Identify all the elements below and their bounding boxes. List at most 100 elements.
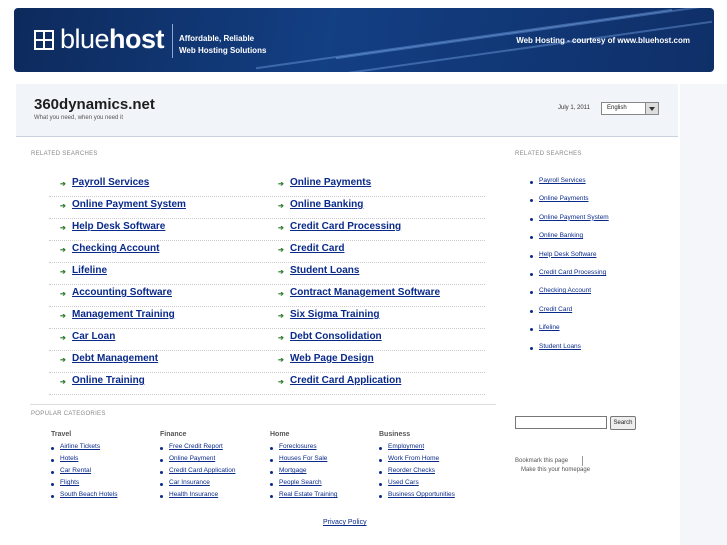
category-link[interactable]: Flights bbox=[60, 479, 79, 486]
arrow-icon: ➔ bbox=[278, 335, 284, 342]
category-heading: Home bbox=[270, 431, 290, 438]
related-link[interactable]: Accounting Software bbox=[72, 285, 172, 301]
category-item: Online Payment bbox=[160, 455, 270, 467]
related-link-item: ➔ Accounting Software bbox=[49, 285, 267, 306]
category-link[interactable]: Real Estate Training bbox=[279, 491, 338, 498]
search-button[interactable]: Search bbox=[610, 416, 636, 430]
related-link[interactable]: Contract Management Software bbox=[290, 285, 440, 301]
bullet-icon bbox=[160, 495, 163, 498]
bluehost-banner[interactable]: bluehost Affordable, Reliable Web Hostin… bbox=[14, 8, 714, 72]
category-link[interactable]: Online Payment bbox=[169, 455, 215, 462]
divider bbox=[582, 456, 583, 466]
arrow-icon: ➔ bbox=[60, 313, 66, 320]
related-link[interactable]: Lifeline bbox=[72, 263, 107, 279]
related-link-item: ➔ Online Training bbox=[49, 373, 267, 394]
side-related-link[interactable]: Online Payments bbox=[539, 195, 589, 202]
bullet-icon bbox=[51, 447, 54, 450]
bullet-icon bbox=[270, 483, 273, 486]
courtesy-text: Web Hosting - courtesy of www.bluehost.c… bbox=[516, 36, 690, 45]
related-link[interactable]: Management Training bbox=[72, 307, 175, 323]
related-link[interactable]: Online Training bbox=[72, 373, 145, 389]
side-related-link[interactable]: Student Loans bbox=[539, 343, 581, 350]
tagline: Affordable, Reliable Web Hosting Solutio… bbox=[179, 33, 266, 57]
category-item: Work From Home bbox=[379, 455, 489, 467]
category-item: Health Insurance bbox=[160, 491, 270, 503]
bullet-icon bbox=[51, 495, 54, 498]
side-related-link[interactable]: Online Payment System bbox=[539, 214, 609, 221]
side-related-link[interactable]: Credit Card bbox=[539, 306, 572, 313]
category-heading: Travel bbox=[51, 431, 72, 438]
side-related-link[interactable]: Payroll Services bbox=[539, 177, 586, 184]
category-link[interactable]: Employment bbox=[388, 443, 424, 450]
language-value: English bbox=[607, 105, 627, 111]
side-related-link[interactable]: Online Banking bbox=[539, 232, 583, 239]
category-link[interactable]: Reorder Checks bbox=[388, 467, 435, 474]
chevron-down-icon[interactable] bbox=[645, 103, 658, 114]
category-link[interactable]: Houses For Sale bbox=[279, 455, 327, 462]
related-link[interactable]: Web Page Design bbox=[290, 351, 374, 367]
arrow-icon: ➔ bbox=[278, 225, 284, 232]
arrow-icon: ➔ bbox=[60, 379, 66, 386]
search-input[interactable] bbox=[515, 416, 607, 429]
side-related-link[interactable]: Help Desk Software bbox=[539, 251, 596, 258]
category-link[interactable]: Car Insurance bbox=[169, 479, 210, 486]
category-link[interactable]: Mortgage bbox=[279, 467, 306, 474]
bullet-icon bbox=[270, 495, 273, 498]
category-link[interactable]: Used Cars bbox=[388, 479, 419, 486]
side-related-link[interactable]: Credit Card Processing bbox=[539, 269, 606, 276]
related-link-item: ➔ Online Banking bbox=[267, 197, 485, 218]
related-link[interactable]: Debt Consolidation bbox=[290, 329, 382, 345]
related-link-item: ➔ Contract Management Software bbox=[267, 285, 485, 306]
arrow-icon: ➔ bbox=[278, 269, 284, 276]
bullet-icon bbox=[51, 459, 54, 462]
category-link[interactable]: Airline Tickets bbox=[60, 443, 100, 450]
related-link[interactable]: Online Banking bbox=[290, 197, 363, 213]
language-select[interactable]: English bbox=[601, 102, 659, 115]
related-link[interactable]: Car Loan bbox=[72, 329, 115, 345]
side-related-link[interactable]: Checking Account bbox=[539, 287, 591, 294]
bullet-icon bbox=[270, 471, 273, 474]
bookmark-link[interactable]: Bookmark this page bbox=[515, 458, 568, 464]
category-link[interactable]: Work From Home bbox=[388, 455, 439, 462]
category-item: Business Opportunities bbox=[379, 491, 489, 503]
bullet-icon bbox=[160, 483, 163, 486]
category-link[interactable]: Free Credit Report bbox=[169, 443, 223, 450]
logo-bold-text: host bbox=[109, 24, 165, 54]
category-link[interactable]: Credit Card Application bbox=[169, 467, 235, 474]
homepage-link[interactable]: Make this your homepage bbox=[521, 467, 590, 473]
category-link[interactable]: People Search bbox=[279, 479, 322, 486]
category-item: People Search bbox=[270, 479, 380, 491]
privacy-policy-link[interactable]: Privacy Policy bbox=[323, 519, 367, 526]
category-link[interactable]: Hotels bbox=[60, 455, 78, 462]
related-link[interactable]: Credit Card Processing bbox=[290, 219, 401, 235]
bullet-icon bbox=[379, 495, 382, 498]
related-link[interactable]: Credit Card Application bbox=[290, 373, 401, 389]
bullet-icon bbox=[160, 459, 163, 462]
bluehost-logo-icon bbox=[34, 30, 54, 50]
related-link-item: ➔ Six Sigma Training bbox=[267, 307, 485, 328]
site-title: 360dynamics.net bbox=[34, 96, 155, 113]
related-link-item: ➔ Credit Card Processing bbox=[267, 219, 485, 240]
category-item: South Beach Hotels bbox=[51, 491, 161, 503]
related-link[interactable]: Six Sigma Training bbox=[290, 307, 379, 323]
related-link[interactable]: Checking Account bbox=[72, 241, 159, 257]
link-row: ➔ Debt Management ➔ Web Page Design bbox=[49, 351, 485, 373]
related-link[interactable]: Student Loans bbox=[290, 263, 359, 279]
related-link[interactable]: Payroll Services bbox=[72, 175, 149, 191]
related-link[interactable]: Help Desk Software bbox=[72, 219, 165, 235]
related-link[interactable]: Online Payments bbox=[290, 175, 371, 191]
arrow-icon: ➔ bbox=[60, 225, 66, 232]
related-link[interactable]: Credit Card bbox=[290, 241, 344, 257]
category-link[interactable]: South Beach Hotels bbox=[60, 491, 117, 498]
category-item: Reorder Checks bbox=[379, 467, 489, 479]
related-link[interactable]: Debt Management bbox=[72, 351, 158, 367]
category-link[interactable]: Business Opportunities bbox=[388, 491, 455, 498]
right-gutter bbox=[680, 84, 727, 545]
side-related-link[interactable]: Lifeline bbox=[539, 324, 560, 331]
tagline-line2: Web Hosting Solutions bbox=[179, 46, 267, 55]
related-link[interactable]: Online Payment System bbox=[72, 197, 186, 213]
category-link[interactable]: Foreclosures bbox=[279, 443, 317, 450]
arrow-icon: ➔ bbox=[278, 357, 284, 364]
category-link[interactable]: Car Rental bbox=[60, 467, 91, 474]
category-link[interactable]: Health Insurance bbox=[169, 491, 218, 498]
